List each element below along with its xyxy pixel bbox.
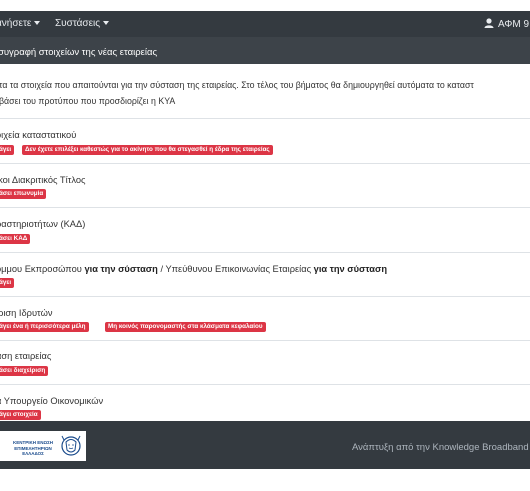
card-header: συγραφή στοιχείων της νέας εταιρείας xyxy=(0,37,530,64)
section-title-finance-ministry[interactable]: α Υπουργείο Οικονομικών xyxy=(0,396,103,406)
section-title-management[interactable]: αση εταιρείας xyxy=(0,351,51,361)
intro-line: τα τα στοιχεία που απαιτούνται για την σ… xyxy=(0,80,474,90)
section-title-emphasis: για την σύσταση xyxy=(313,264,388,274)
section-title-part: / Υπεύθυνου Επικοινωνίας Εταιρείας xyxy=(157,264,314,274)
logo-text-line: ΕΛΛΑΔΟΣ xyxy=(22,451,44,456)
section-title-articles[interactable]: οιχεία καταστατικού xyxy=(0,130,76,140)
section-title-emphasis: για την σύσταση xyxy=(84,264,158,274)
caret-down-icon xyxy=(103,21,110,26)
section-title-kad[interactable]: ραστηριοτήτων (ΚΑΔ) xyxy=(0,219,85,229)
divider xyxy=(0,296,530,297)
divider xyxy=(0,384,530,385)
divider xyxy=(0,118,530,119)
hermes-head-icon xyxy=(61,435,81,456)
status-badge: Μη κοινός παρονομαστής στα κλάσματα κεφα… xyxy=(105,322,266,332)
status-badge: Δεν έχετε επιλέξει καθεστώς για το ακίνη… xyxy=(22,145,273,155)
user-menu[interactable]: ΑΦΜ 9 xyxy=(484,18,529,30)
status-badge: άγει xyxy=(0,278,15,288)
nav-menu-label: Συστάσεις xyxy=(55,18,101,29)
footer: ΚΕΝΤΡΙΚΗ ΕΝΩΣΗ ΕΠΙΜΕΛΗΤΗΡΙΩΝ ΕΛΛΑΔΟΣ Ανά… xyxy=(0,421,530,469)
section-title-trade-name[interactable]: ικοι Διακριτικός Τίτλος xyxy=(0,175,85,185)
status-badge: άγει ένα ή περισσότερα μέλη xyxy=(0,322,89,332)
status-badge: άσει ΚΑΔ xyxy=(0,234,31,244)
status-badge: άγει στοιχεία xyxy=(0,410,41,420)
nav-menu-label: ανήσετε xyxy=(0,18,32,29)
intro-line: βάσει του προτύπου που προσδιορίζει η ΚΥ… xyxy=(0,96,176,106)
user-afm-label: ΑΦΜ 9 xyxy=(498,19,530,30)
intro-text: τα τα στοιχεία που απαιτούνται για την σ… xyxy=(0,77,474,109)
status-badge: άσει διαχείριση xyxy=(0,366,49,376)
status-badge: άγει xyxy=(0,145,15,155)
divider xyxy=(0,207,530,208)
user-icon xyxy=(484,18,494,28)
nav-menu-submit[interactable]: ανήσετε xyxy=(0,18,41,29)
footer-credit: Ανάπτυξη από την Knowledge Broadband xyxy=(352,442,529,453)
top-navbar: ανήσετε Συστάσεις ΑΦΜ 9 xyxy=(0,11,530,37)
divider xyxy=(0,252,530,253)
status-badge: άσει επωνυμία xyxy=(0,189,47,199)
logo-text: ΚΕΝΤΡΙΚΗ ΕΝΩΣΗ ΕΠΙΜΕΛΗΤΗΡΙΩΝ ΕΛΛΑΔΟΣ xyxy=(4,440,62,457)
divider xyxy=(0,340,530,341)
divider xyxy=(0,163,530,164)
section-title-founders[interactable]: ιριση Ιδρυτών xyxy=(0,308,53,318)
section-title-part: όμμου Εκπροσώπου xyxy=(0,264,85,274)
card-header-title: συγραφή στοιχείων της νέας εταιρείας xyxy=(0,47,158,58)
nav-menu-establishments[interactable]: Συστάσεις xyxy=(55,18,110,29)
section-title-representative[interactable]: όμμου Εκπροσώπου για την σύσταση / Υπεύθ… xyxy=(0,264,387,274)
caret-down-icon xyxy=(34,21,41,26)
logo: ΚΕΝΤΡΙΚΗ ΕΝΩΣΗ ΕΠΙΜΕΛΗΤΗΡΙΩΝ ΕΛΛΑΔΟΣ xyxy=(0,431,86,461)
